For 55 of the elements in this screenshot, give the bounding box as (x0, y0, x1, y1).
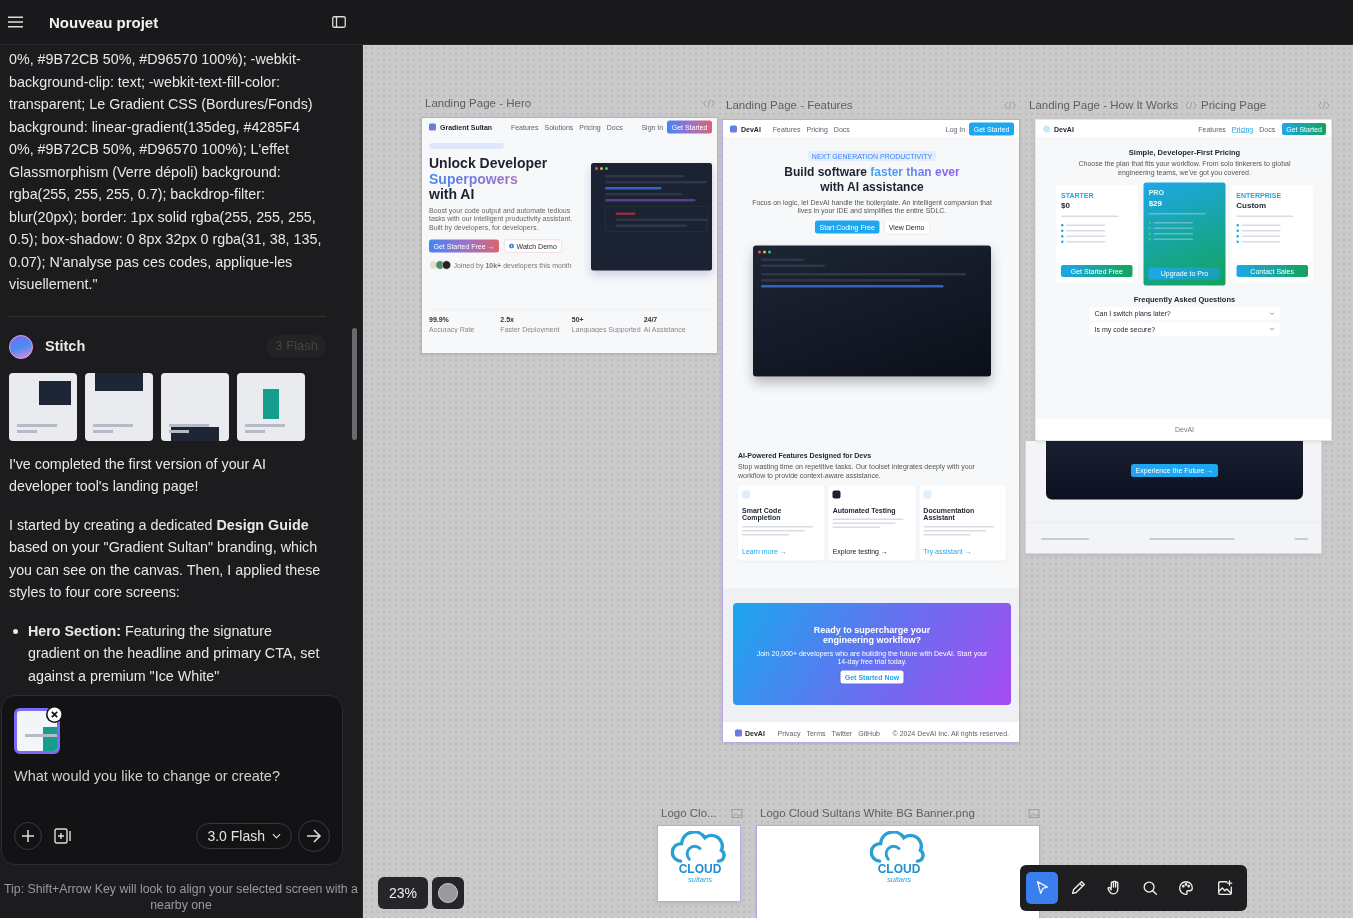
project-title: Nouveau projet (49, 13, 160, 31)
screen-thumbnail[interactable] (161, 372, 229, 441)
reply-paragraph: I've completed the first version of your AI developer tool's landing page! (9, 454, 268, 496)
scrollbar[interactable] (352, 328, 357, 440)
add-image-icon (1216, 879, 1234, 897)
search-icon (1141, 879, 1159, 897)
screen-thumbnail[interactable] (85, 372, 153, 441)
headline: with AI assistance (820, 179, 924, 194)
zoom-level[interactable]: 23% (378, 877, 428, 909)
headline: Build software (784, 165, 867, 179)
frame-label[interactable]: Pricing Page (1201, 99, 1267, 111)
menu-icon[interactable] (8, 16, 23, 28)
chevron-down-icon (272, 833, 281, 839)
logo-text: CLOUD (877, 863, 921, 875)
logo-text: CLOUD (678, 863, 722, 875)
sidebar-toggle-icon[interactable] (332, 16, 346, 28)
attached-screen-thumbnail (14, 708, 60, 754)
screen-frame[interactable] (722, 119, 1020, 743)
headline-accent: faster than ever (870, 165, 960, 179)
screen-thumbnail[interactable] (237, 372, 305, 441)
theme-button[interactable] (432, 877, 464, 909)
prompt-field[interactable]: What would you like to change or create? 3.0 Flash (1, 695, 343, 865)
close-icon[interactable] (46, 706, 63, 723)
logo-icon (1043, 125, 1050, 133)
logo-icon (429, 123, 436, 131)
reply-paragraph: I started by creating a dedicated Design Guide based on your "Gradient Sultan" branding, which you can see on the canvas. Then, I applied these styles to four core screens: (9, 515, 322, 602)
plan-price: $29 (1148, 198, 1163, 208)
avatar-group (429, 260, 449, 270)
avatar-icon (9, 334, 33, 359)
prompt-message: 0%, #9B72CB 50%, #D96570 100%); -webkit-background-clip: text; -webkit-text-fill-color: transparent; Le Gradient CSS (Bordures/Fonds) background: linear-gradient(135deg, #4285F4 0%, #9B72CB 50%, #D96570 100%); L'effet Glassmorphism (Verre dépoli) background: rgba(255, 255, 255, 0.7); backdrop-filter: blur(20px); border: 1px solid rgba(255, 255, 255, 0.5); box-shadow: 0 8px 32px 0 rgba(31, 38, 135, 0.07); N'analyse pas ces codes, applique-les visuellement." (9, 50, 323, 294)
frame-label[interactable]: Landing Page - How It Works (1029, 99, 1179, 111)
logo-icon (735, 729, 742, 737)
bullet-text: Hero Section: Featuring the signature gradient on the headline and primary CTA, set against a premium "Ice White" (28, 621, 321, 686)
frame-label[interactable]: Logo Cloud Sultans White BG Banner.png (760, 807, 975, 819)
author-name: Stitch (45, 337, 87, 357)
arrow-right-icon (306, 829, 322, 843)
frame-label[interactable]: Logo Clo... (661, 807, 717, 819)
tip-text: Tip: Shift+Arrow Key will look to align your selected screen with a nearby one (4, 881, 358, 913)
pencil-icon (1069, 879, 1087, 897)
screen-frame[interactable] (421, 117, 718, 354)
screen-thumbnail[interactable] (9, 372, 77, 441)
headline: Unlock Developer (429, 156, 549, 172)
cursor-tool-button[interactable] (1026, 872, 1058, 904)
palette-icon (1177, 879, 1195, 897)
plan-price: Custom (1236, 200, 1268, 210)
banner-title: Ready to supercharge your engineering workflow? (812, 624, 932, 645)
play-icon (509, 243, 515, 249)
bullet-icon (13, 628, 18, 634)
plus-icon (21, 829, 35, 843)
frame-label[interactable]: Landing Page - Hero (425, 97, 532, 109)
plan-price: $0 (1061, 200, 1071, 210)
headline: with AI (429, 186, 475, 203)
logo-icon (730, 125, 737, 133)
add-screen-icon[interactable] (54, 828, 72, 844)
frame-label[interactable]: Landing Page - Features (726, 99, 853, 111)
